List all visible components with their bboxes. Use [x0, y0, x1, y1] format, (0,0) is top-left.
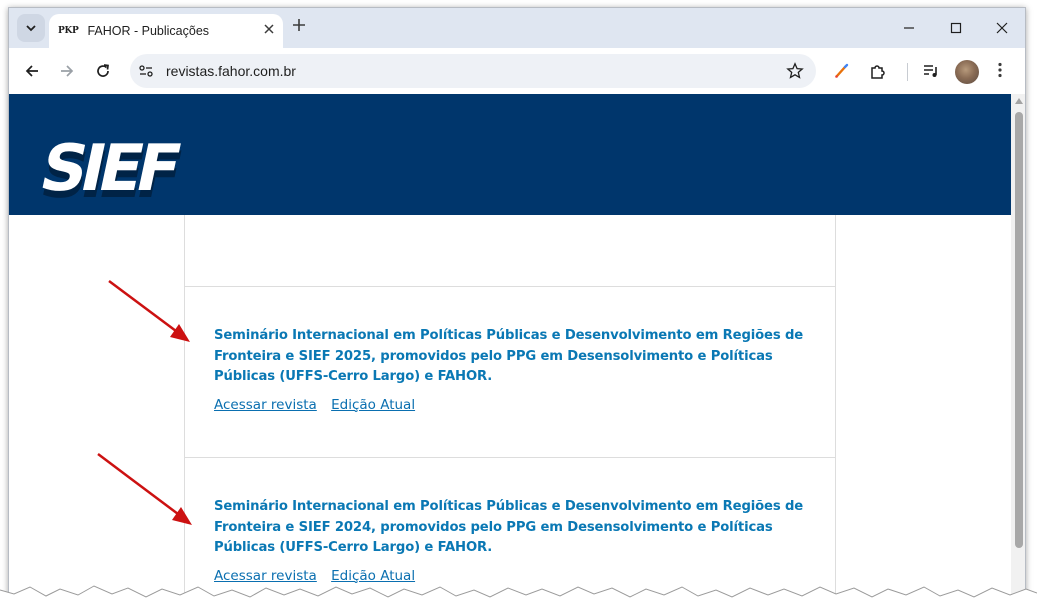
torn-edge-decoration [0, 585, 1037, 612]
red-arrow-icon [108, 279, 190, 342]
red-arrow-icon [97, 453, 192, 525]
annotation-arrows [97, 279, 192, 525]
